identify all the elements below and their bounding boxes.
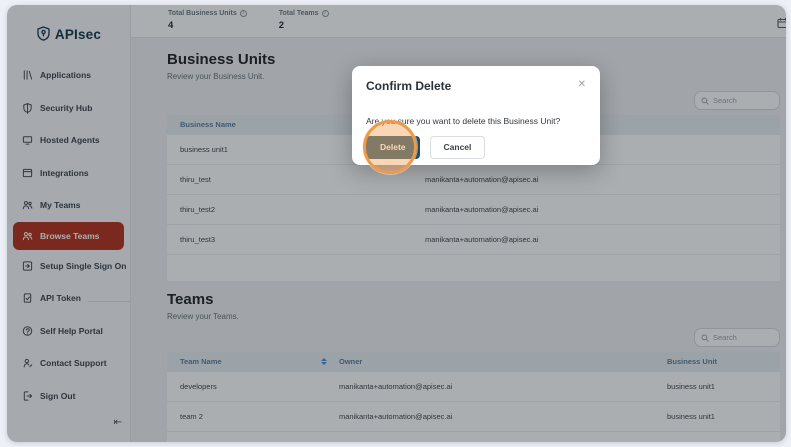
modal-message: Are you sure you want to delete this Bus… (366, 116, 586, 127)
cancel-button[interactable]: Cancel (430, 136, 486, 159)
delete-button[interactable]: Delete (366, 136, 420, 159)
screenshot-root: { "sidebar": { "logo_text": "APIsec", "i… (0, 0, 791, 447)
confirm-delete-modal: Confirm Delete ✕ Are you sure you want t… (352, 66, 600, 165)
close-icon[interactable]: ✕ (578, 79, 586, 91)
modal-title: Confirm Delete (366, 79, 451, 94)
